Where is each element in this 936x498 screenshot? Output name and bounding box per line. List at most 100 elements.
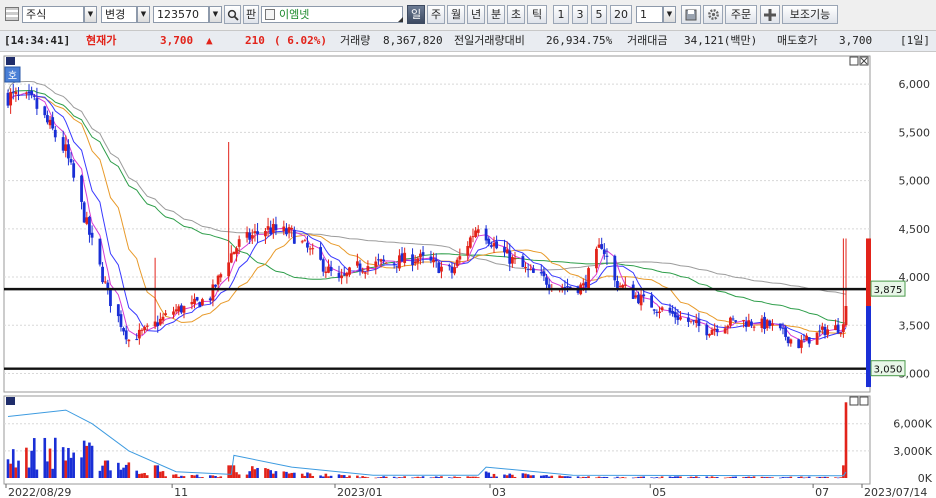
volume-bar-132 [490, 476, 493, 478]
volume-label: 거래량 [340, 34, 371, 47]
search-button[interactable] [224, 5, 241, 24]
aux-function-button[interactable]: 보조기능 [782, 5, 838, 24]
market-select[interactable]: 주식 [22, 6, 84, 23]
price-tick-label-3: 4,500 [899, 223, 931, 236]
volume-bar-160 [595, 477, 598, 479]
candle-body-128 [474, 230, 477, 237]
volume-bar-60 [227, 465, 230, 478]
change-mode-dropdown-arrow[interactable]: ▼ [137, 6, 150, 23]
candle-body-159 [587, 268, 590, 289]
volume-panel-minimize-icon[interactable] [849, 396, 859, 406]
candle-body-90 [337, 272, 341, 278]
period-tab-second[interactable]: 초 [507, 5, 525, 24]
candle-body-32 [122, 328, 125, 332]
volume-bar-105 [392, 476, 396, 478]
candle-body-133 [492, 243, 496, 247]
candle-body-180 [668, 307, 672, 313]
volume-bar-80 [300, 473, 304, 478]
crosshair-button[interactable] [760, 5, 780, 24]
volume-bar-108 [400, 477, 404, 478]
candle-body-81 [303, 240, 307, 242]
candle-body-28 [106, 282, 110, 288]
market-dropdown-arrow[interactable]: ▼ [84, 6, 97, 23]
volume-bar-149 [550, 475, 554, 478]
volume-bar-117 [434, 476, 438, 478]
candle-body-197 [729, 317, 732, 326]
pan-button[interactable]: 판 [243, 5, 259, 24]
price-panel-handle-icon[interactable] [6, 57, 15, 65]
interval-button-1[interactable]: 1 [553, 5, 569, 24]
candle-body-89 [329, 266, 333, 272]
prev-volume-ratio: 26,934.75% [546, 34, 613, 47]
save-button[interactable] [681, 5, 701, 24]
candle-body-167 [618, 285, 622, 287]
volume-bar-136 [505, 475, 509, 478]
price-panel[interactable] [3, 55, 871, 393]
candle-body-196 [726, 325, 730, 328]
candle-body-119 [440, 266, 443, 272]
stock-code-dropdown-arrow[interactable]: ▼ [209, 6, 222, 23]
volume-panel-close-icon[interactable] [859, 396, 869, 406]
volume-bar-71 [266, 468, 270, 478]
candle-body-171 [634, 295, 638, 298]
period-tab-year[interactable]: 년 [467, 5, 485, 24]
candle-body-190 [705, 324, 709, 336]
volume-bar-148 [547, 476, 551, 478]
candle-body-142 [526, 269, 530, 271]
period-tab-minute[interactable]: 분 [487, 5, 505, 24]
x-tick-label-3: 03 [492, 486, 506, 498]
candle-body-194 [715, 328, 719, 332]
volume-bar-197 [729, 477, 732, 478]
volume-bar-158 [584, 477, 588, 478]
candle-body-185 [686, 317, 690, 322]
change-mode-select[interactable]: 변경 [101, 6, 137, 23]
period-tab-day[interactable]: 일 [407, 5, 425, 24]
candle-body-144 [531, 268, 535, 273]
volume-bar-177 [655, 477, 659, 478]
volume-bar-72 [269, 470, 272, 478]
volume-bar-36 [138, 473, 141, 478]
candle-body-178 [658, 311, 661, 314]
candle-body-173 [639, 295, 643, 306]
volume-axis: 6,000K 3,000K 0K [893, 418, 932, 485]
volume-bar-223 [823, 476, 827, 478]
volume-bar-2 [11, 449, 15, 478]
interval-button-5[interactable]: 5 [591, 5, 607, 24]
interval-button-20[interactable]: 20 [610, 5, 632, 24]
price-panel-minimize-icon[interactable] [849, 56, 859, 66]
volume-bar-21 [82, 440, 86, 478]
volume-bar-76 [285, 471, 288, 478]
interval-button-3[interactable]: 3 [572, 5, 588, 24]
volume-panel[interactable] [3, 395, 871, 485]
volume-bar-176 [652, 477, 656, 479]
period-tab-week[interactable]: 주 [427, 5, 445, 24]
volume-bar-103 [382, 476, 385, 478]
volume-panel-handle-icon[interactable] [6, 397, 15, 405]
volume-bar-0 [6, 459, 10, 478]
count-input[interactable]: 1 [636, 6, 663, 23]
volume-bar-18 [69, 457, 73, 478]
candle-body-117 [434, 259, 438, 262]
candle-body-60 [227, 262, 231, 277]
period-tab-tick[interactable]: 틱 [527, 5, 547, 24]
count-dropdown-arrow[interactable]: ▼ [663, 6, 676, 23]
grid-menu-icon[interactable] [5, 7, 19, 21]
candle-body-176 [652, 309, 656, 311]
order-button[interactable]: 주문 [725, 5, 757, 24]
candle-body-189 [697, 318, 701, 326]
price-tick-label-2: 5,000 [899, 175, 931, 188]
volume-bar-39 [145, 475, 149, 478]
price-panel-corner-label: 호 [8, 70, 17, 82]
volume-bar-74 [274, 471, 278, 478]
stock-code-input[interactable]: 123570 [153, 6, 209, 23]
volume-bar-43 [161, 471, 165, 478]
volume-bar-179 [660, 476, 664, 478]
volume-bar-172 [637, 476, 640, 478]
candle-body-82 [306, 242, 309, 248]
candle-body-69 [256, 231, 259, 235]
stock-chart[interactable]: 6,0005,5005,0004,5004,0003,5003,0003,875… [0, 53, 936, 498]
period-tab-month[interactable]: 월 [447, 5, 465, 24]
stock-name-resize-icon[interactable] [398, 17, 403, 22]
candle-body-202 [747, 320, 751, 327]
settings-button[interactable] [703, 5, 723, 24]
